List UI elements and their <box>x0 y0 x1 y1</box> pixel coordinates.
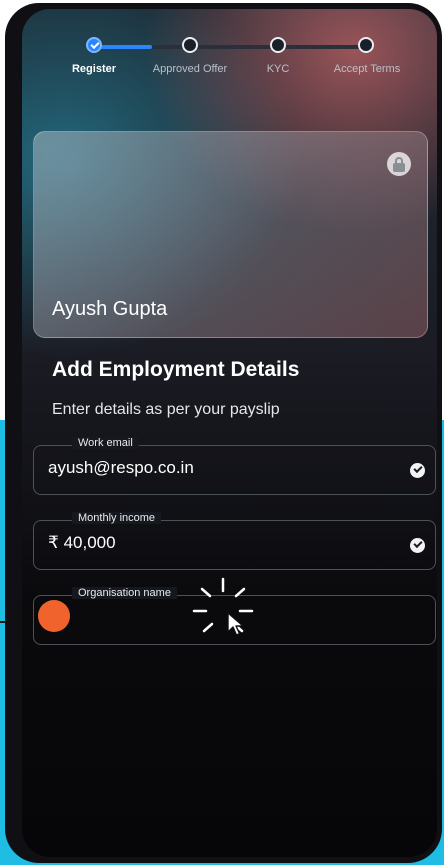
currency-symbol: ₹ <box>48 533 59 552</box>
step-register-label: Register <box>71 63 117 75</box>
monthly-income-label: Monthly income <box>72 512 162 524</box>
user-card: Ayush Gupta <box>33 131 428 338</box>
work-email-label: Work email <box>72 437 139 449</box>
step-kyc-dot <box>270 37 286 53</box>
step-approved-offer-dot <box>182 37 198 53</box>
click-burst-icon <box>192 577 254 633</box>
monthly-income-value[interactable]: ₹ 40,000 <box>48 533 116 553</box>
card-user-name: Ayush Gupta <box>52 298 168 320</box>
app-screen: Register Approved Offer KYC Accept Terms… <box>22 9 437 857</box>
progress-stepper: Register Approved Offer KYC Accept Terms <box>22 29 437 89</box>
step-register-dot <box>86 37 102 53</box>
income-amount: 40,000 <box>63 533 116 552</box>
step-approved-offer-label: Approved Offer <box>152 63 228 75</box>
work-email-value[interactable]: ayush@respo.co.in <box>48 458 194 478</box>
step-accept-terms-dot <box>358 37 374 53</box>
step-kyc-label: KYC <box>266 63 290 75</box>
stepper-track-complete <box>94 45 152 49</box>
section-subtitle: Enter details as per your payslip <box>52 401 280 418</box>
lock-icon <box>387 152 411 176</box>
section-title: Add Employment Details <box>52 358 300 381</box>
check-circle-icon <box>410 463 425 478</box>
step-accept-terms-label: Accept Terms <box>333 63 401 75</box>
phone-frame: Register Approved Offer KYC Accept Terms… <box>5 3 442 863</box>
tap-indicator <box>38 600 70 632</box>
check-icon <box>90 39 100 50</box>
organisation-name-label: Organisation name <box>72 587 177 599</box>
check-circle-icon <box>410 538 425 553</box>
mouse-pointer-icon <box>227 612 244 636</box>
work-email-field[interactable]: Work email ayush@respo.co.in <box>33 437 436 495</box>
monthly-income-field[interactable]: Monthly income ₹ 40,000 <box>33 512 436 570</box>
